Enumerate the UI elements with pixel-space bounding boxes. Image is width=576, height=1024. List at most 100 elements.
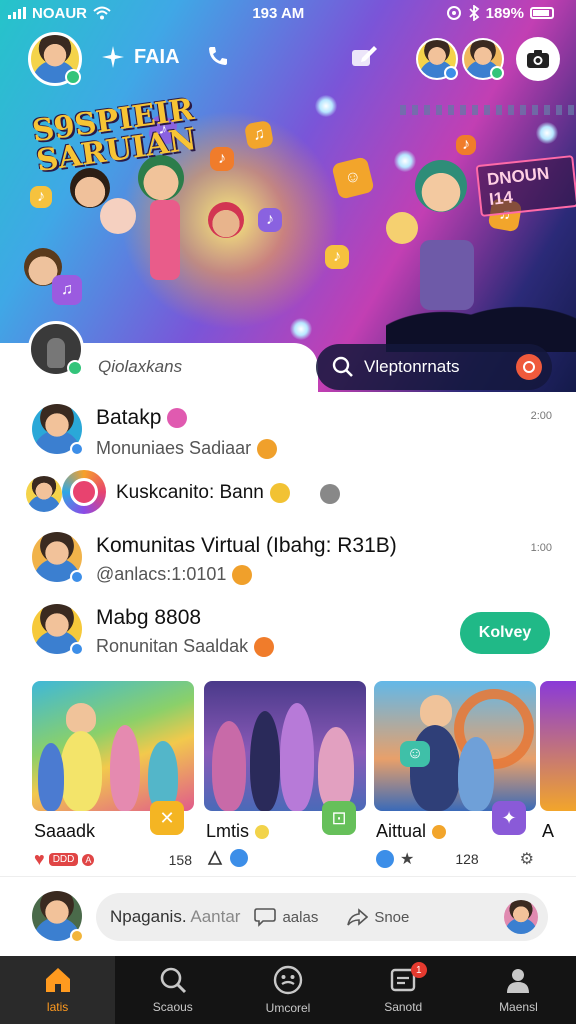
bluetooth-icon (468, 5, 479, 21)
composer-placeholder-faded: Aantar (190, 907, 241, 926)
nav-profile[interactable]: Maensl (461, 956, 576, 1024)
emoji-icon (257, 439, 278, 460)
reaction-avatar[interactable] (504, 900, 538, 934)
card-stats (206, 849, 364, 867)
nav-community[interactable]: Umcorel (230, 956, 345, 1024)
feed-item-title: Kuskcanito: Bann (116, 482, 290, 504)
card-image[interactable] (540, 681, 576, 811)
phone-icon[interactable] (206, 44, 230, 68)
online-badge (67, 360, 83, 376)
profile-icon (507, 969, 530, 993)
star-icon[interactable]: ★ (400, 849, 414, 869)
share-icon[interactable] (206, 849, 224, 867)
card-sticker: ⊡ (322, 801, 356, 835)
music-note-sticker: ♪ (258, 208, 282, 232)
hero-character (208, 202, 244, 238)
stage-spotlight (536, 122, 558, 144)
friend-avatar[interactable] (462, 38, 504, 80)
follow-button[interactable]: Kolvey (460, 612, 550, 654)
feed-item[interactable]: Kuskcanito: Bann (0, 470, 576, 522)
hero-character (386, 212, 418, 244)
card-image[interactable] (204, 681, 366, 811)
card-reactions (206, 849, 248, 867)
hero-character (415, 160, 467, 212)
status-bar: NOAUR 193 AM 189% (0, 0, 576, 26)
card-person (318, 727, 354, 811)
verified-badge (70, 570, 84, 584)
feed-item[interactable]: Batakp Monuniaes Sadiaar 2:00 (0, 402, 576, 462)
feed-avatar-small[interactable] (26, 476, 62, 512)
card-title: A (542, 821, 555, 841)
feed-item-subtitle: @anlacs:1:0101 (96, 564, 253, 586)
story-avatar[interactable] (28, 321, 84, 377)
feed-item[interactable]: Mabg 8808 Ronunitan Saaldak Kolvey (0, 598, 576, 668)
record-icon (523, 361, 535, 373)
card-stats: ★ 128 ⚙ (376, 849, 534, 869)
carrier-name: NOAUR (32, 4, 87, 22)
feed-item-subtitle-text: @anlacs:1:0101 (96, 564, 227, 584)
info-icon[interactable] (320, 484, 340, 504)
music-note-sticker: ♪ (30, 186, 52, 208)
feed-item-title-text: Kuskcanito: Bann (116, 482, 264, 503)
card-image[interactable]: ☺ (374, 681, 536, 811)
comment-action[interactable]: aalas (254, 907, 318, 927)
feed-item-subtitle-text: Monuniaes Sadiaar (96, 438, 252, 458)
nav-inbox[interactable]: 1 Sanotd (346, 956, 461, 1024)
battery-icon (530, 7, 554, 19)
avatar-figure (47, 338, 65, 368)
card-count: 128 (455, 851, 479, 867)
composer-input[interactable]: Npaganis. Aantar aalas Snoe (96, 893, 548, 941)
compose-icon[interactable] (350, 44, 378, 70)
notification-badge: 1 (410, 962, 427, 978)
search-icon (160, 967, 186, 994)
wifi-icon (93, 6, 111, 20)
nav-label: Scaous (152, 1000, 193, 1014)
music-note-sticker: ♪ (210, 147, 234, 171)
feed-item-subtitle: Monuniaes Sadiaar (96, 438, 278, 460)
card-person (110, 725, 140, 811)
online-badge (65, 69, 81, 85)
card-sticker: ✕ (150, 801, 184, 835)
community-card[interactable]: A (540, 681, 576, 841)
search-bar[interactable]: Vleptonrnats (316, 344, 552, 390)
story-search-strip[interactable]: Qiolaxkans (0, 321, 318, 393)
profile-avatar[interactable] (28, 32, 82, 86)
camera-button[interactable] (516, 37, 560, 81)
stage-neon-sign: DNOUN I14 (475, 155, 576, 217)
share-action[interactable]: Snoe (346, 907, 409, 927)
camera-icon (527, 50, 549, 68)
story-ring-avatar[interactable] (62, 470, 106, 514)
nav-home[interactable]: latis (0, 956, 116, 1024)
friend-avatar[interactable] (416, 38, 458, 80)
feed-avatar[interactable] (32, 532, 84, 584)
composer-bar: Npaganis. Aantar aalas Snoe (0, 876, 576, 956)
card-image[interactable] (32, 681, 194, 811)
card-badge-small: A (82, 853, 95, 866)
bottom-navigation: latis Scaous Umcorel 1 Sanotd Maensl (0, 956, 576, 1024)
card-title: Lmtis (206, 821, 270, 842)
emoji-icon (255, 825, 270, 840)
feed-avatar[interactable] (32, 604, 84, 656)
nav-search[interactable]: Scaous (115, 956, 230, 1024)
card-stats: ♥ DDD A 158 (34, 849, 192, 870)
music-note-sticker: ♫ (52, 275, 82, 305)
share-label: Snoe (374, 908, 410, 926)
feed-avatar[interactable] (32, 404, 84, 456)
nav-label: Maensl (499, 1000, 538, 1014)
card-person (38, 743, 64, 811)
community-card[interactable]: ⊡ Lmtis (204, 681, 366, 867)
card-sticker: ✦ (492, 801, 526, 835)
feed-item[interactable]: Komunitas Virtual (Ibahg: R31B) @anlacs:… (0, 528, 576, 592)
my-avatar[interactable] (32, 891, 84, 943)
comment-label: aalas (282, 908, 319, 926)
community-card[interactable]: ✕ Saaadk ♥ DDD A 158 (32, 681, 194, 869)
nav-label: Sanotd (384, 1000, 423, 1014)
feed-item-time: 1:00 (530, 542, 552, 554)
music-note-sticker: ♪ (456, 135, 476, 155)
app-name: FAIA (134, 45, 180, 68)
badge-icon (376, 850, 394, 868)
community-card[interactable]: ☺ ✦ Aittual ★ 128 ⚙ (374, 681, 536, 868)
record-button[interactable] (516, 354, 542, 380)
emoji-icon (254, 637, 275, 658)
settings-icon[interactable]: ⚙ (520, 849, 534, 869)
